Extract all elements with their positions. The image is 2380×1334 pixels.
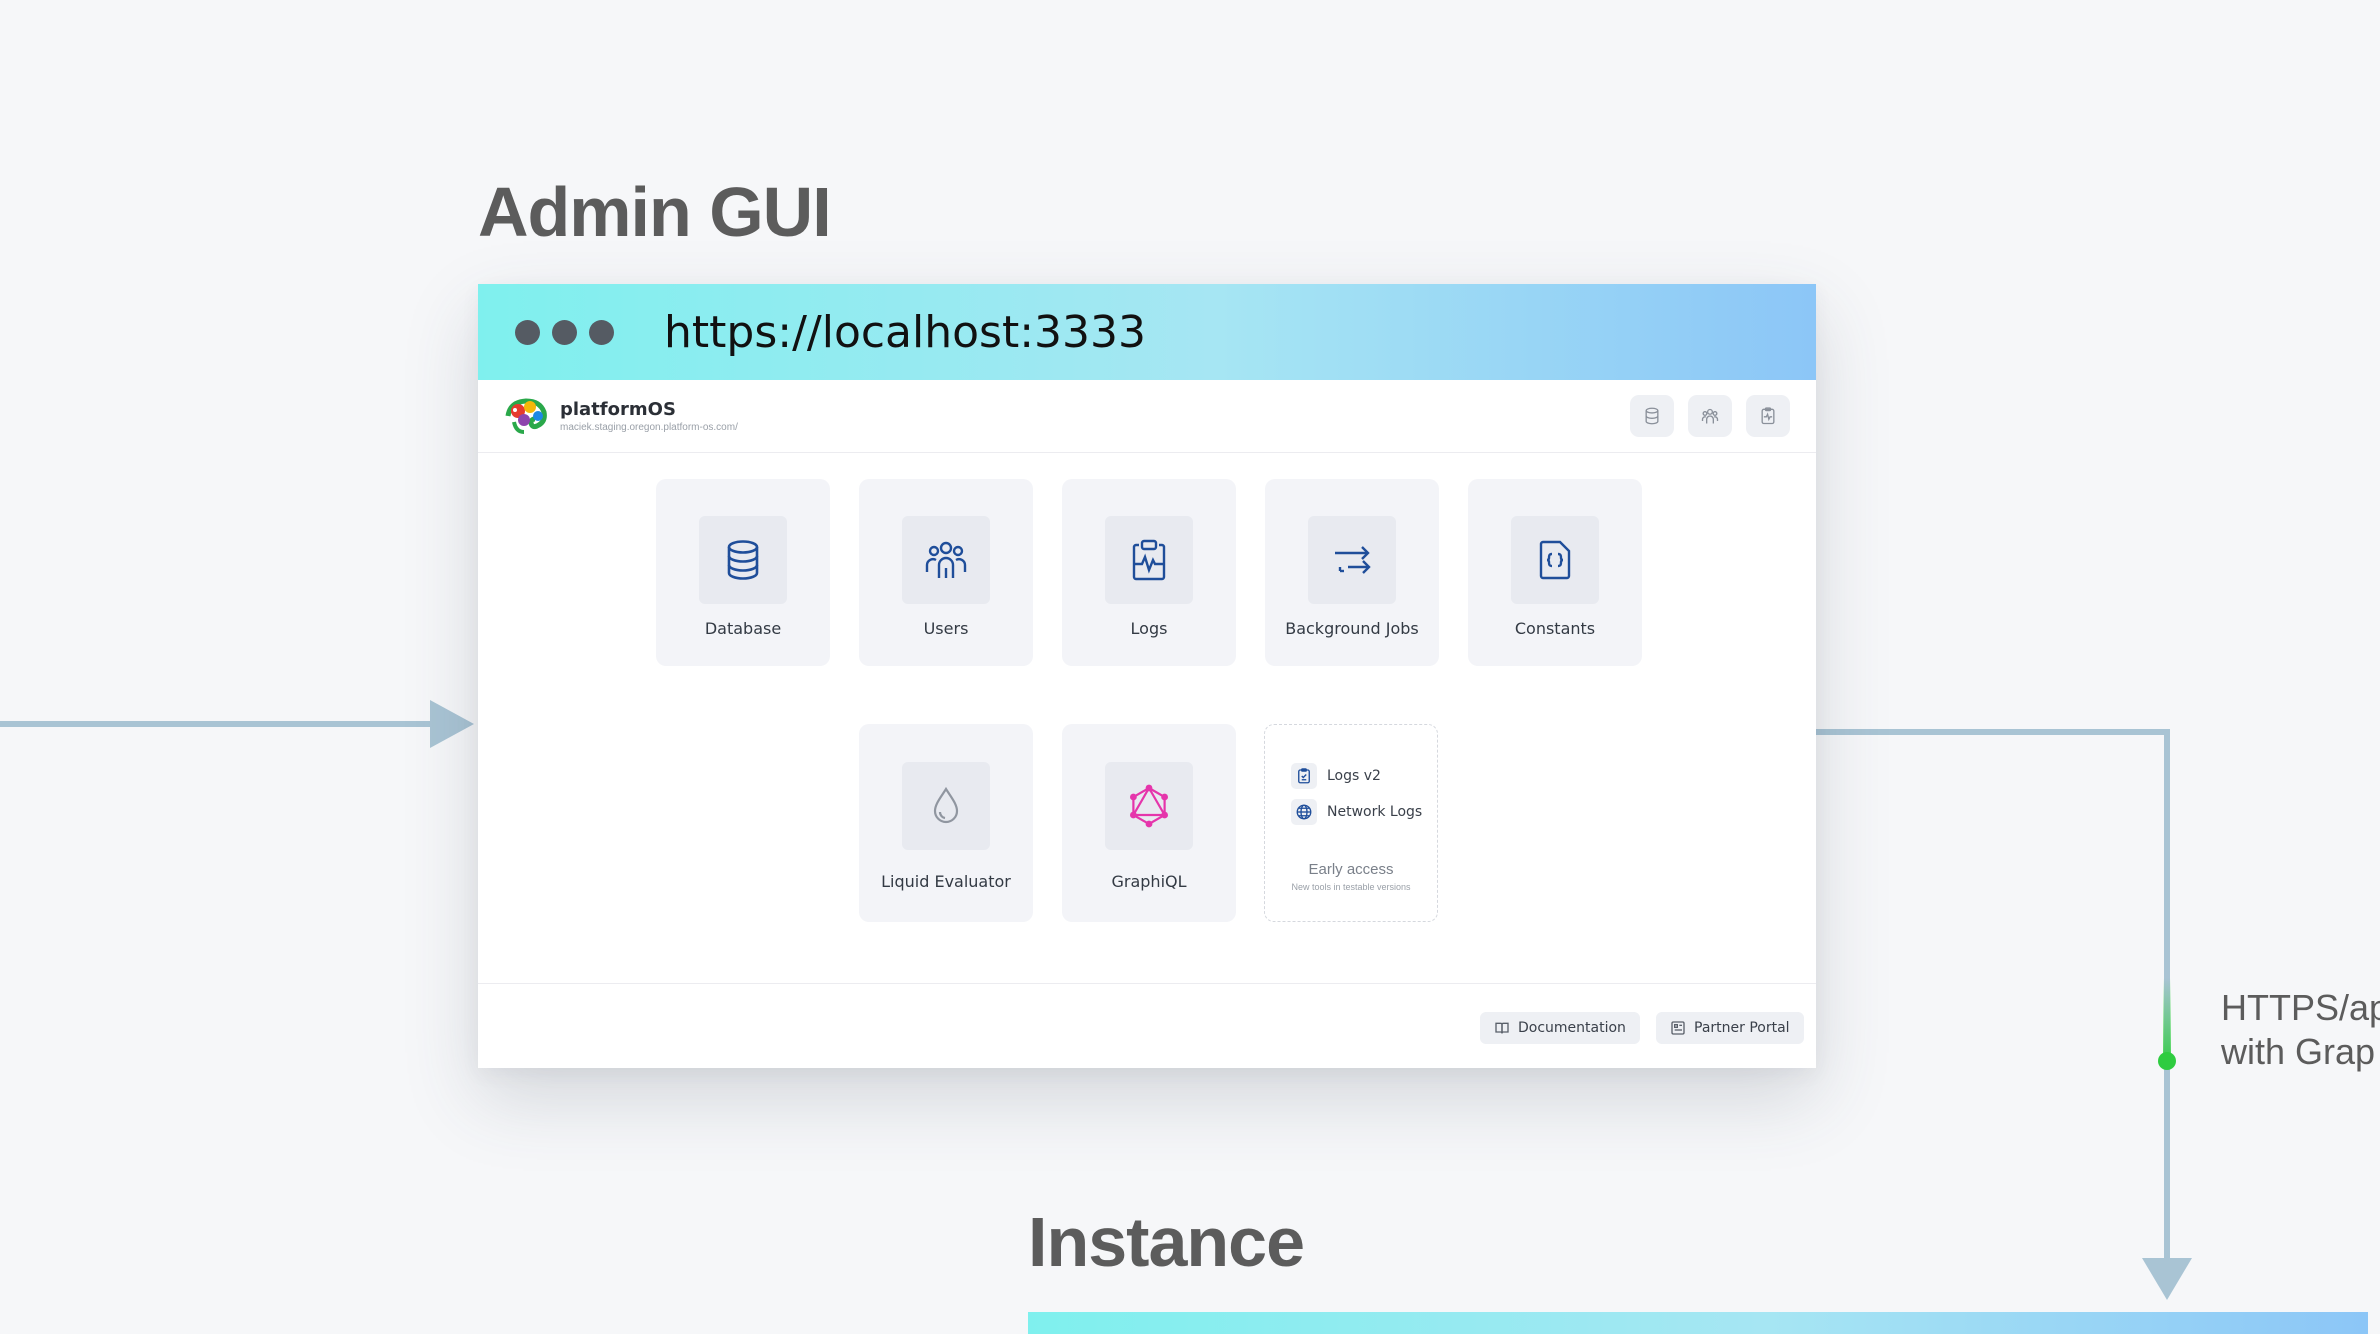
tile-background-jobs[interactable]: Background Jobs xyxy=(1265,479,1439,666)
database-icon xyxy=(727,540,759,580)
partner-portal-icon xyxy=(1671,1021,1685,1035)
brand-name: platformOS xyxy=(560,399,676,420)
liquid-drop-icon xyxy=(933,786,959,824)
documentation-label: Documentation xyxy=(1518,1020,1626,1036)
logs-icon xyxy=(1132,539,1166,581)
tile-users[interactable]: Users xyxy=(859,479,1033,666)
outgoing-connector xyxy=(1816,729,2192,1300)
instance-heading: Instance xyxy=(1028,1203,1305,1281)
tile-label: Background Jobs xyxy=(1285,619,1419,638)
tile-label: Users xyxy=(923,619,969,638)
tile-database[interactable]: Database xyxy=(656,479,830,666)
browser-titlebar: https://localhost:3333 xyxy=(478,284,1816,380)
users-icon xyxy=(1701,408,1719,424)
header-users-button[interactable] xyxy=(1688,395,1732,437)
tile-label: Database xyxy=(704,619,782,638)
early-access-subtitle: New tools in testable versions xyxy=(1291,882,1411,892)
tile-constants[interactable]: Constants xyxy=(1468,479,1642,666)
book-icon xyxy=(1495,1022,1509,1034)
tile-label: GraphiQL xyxy=(1111,872,1187,891)
instance-window-titlebar xyxy=(1028,1312,2368,1334)
header-database-button[interactable] xyxy=(1630,395,1674,437)
pulse-trail xyxy=(2163,978,2171,1060)
browser-window: https://localhost:3333 platformOS maciek… xyxy=(478,284,1816,1068)
app-header: platformOS maciek.staging.oregon.platfor… xyxy=(478,380,1816,453)
window-dot-minimize[interactable] xyxy=(552,319,577,345)
graphql-icon xyxy=(1130,784,1168,828)
tile-label: Logs xyxy=(1130,619,1168,638)
tile-label: Constants xyxy=(1514,619,1596,638)
users-icon xyxy=(925,541,967,578)
early-item-label: Logs v2 xyxy=(1327,768,1381,784)
tile-label: Liquid Evaluator xyxy=(881,872,1011,891)
partner-portal-button[interactable]: Partner Portal xyxy=(1656,1012,1804,1044)
early-item-logs-v2[interactable]: Logs v2 xyxy=(1291,763,1437,789)
early-access-panel: Logs v2 Network Logs Early access New to… xyxy=(1264,724,1438,922)
incoming-arrow xyxy=(0,700,474,748)
chameleon-logo-icon[interactable] xyxy=(504,396,548,436)
app-footer: Documentation Partner Portal xyxy=(478,983,1816,1068)
early-access-title: Early access xyxy=(1308,861,1394,878)
window-dot-close[interactable] xyxy=(515,319,540,345)
globe-icon xyxy=(1296,804,1312,820)
documentation-button[interactable]: Documentation xyxy=(1480,1012,1640,1044)
tile-logs[interactable]: Logs xyxy=(1062,479,1236,666)
tile-graphiql[interactable]: GraphiQL xyxy=(1062,724,1236,922)
connection-label-line1: HTTPS/ap xyxy=(2221,987,2380,1028)
connection-label: HTTPS/ap with Grap xyxy=(2221,986,2380,1074)
logs-icon xyxy=(1761,407,1775,425)
window-dot-maximize[interactable] xyxy=(589,319,614,345)
instance-host: maciek.staging.oregon.platform-os.com/ xyxy=(560,422,738,433)
early-item-network-logs[interactable]: Network Logs xyxy=(1291,799,1437,825)
pulse-dot xyxy=(2158,1052,2176,1070)
database-icon xyxy=(1645,407,1659,425)
background-jobs-icon xyxy=(1335,546,1371,574)
early-item-label: Network Logs xyxy=(1327,804,1423,820)
constants-icon xyxy=(1539,540,1571,580)
connection-label-line2: with Grap xyxy=(2221,1031,2376,1072)
address-bar-url[interactable]: https://localhost:3333 xyxy=(664,307,1146,358)
tools-grid: Database Users Logs Background Jobs Cons… xyxy=(478,453,1816,983)
tile-liquid-evaluator[interactable]: Liquid Evaluator xyxy=(859,724,1033,922)
partner-portal-label: Partner Portal xyxy=(1694,1020,1790,1036)
header-logs-button[interactable] xyxy=(1746,395,1790,437)
logs-v2-icon xyxy=(1298,768,1310,784)
